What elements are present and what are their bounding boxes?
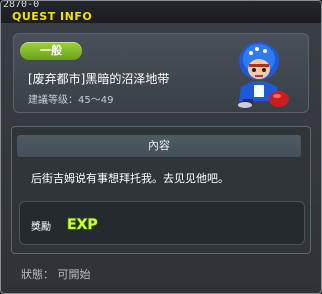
- quest-recommended-level: 建議等级：45～49: [28, 95, 114, 106]
- quest-category-badge: 一般: [20, 42, 82, 60]
- reward-box: [19, 201, 305, 245]
- window-title: QUEST INFO: [12, 10, 93, 23]
- quest-name: [废弃都市]黑暗的沼泽地带: [28, 72, 170, 86]
- quest-info-window: 2870-0 QUEST INFO 一般 [废弃都市]黑暗的沼泽地带 建議等级：…: [0, 0, 322, 294]
- content-section-header: 內容: [17, 135, 301, 157]
- window-id-label: 2870-0: [3, 0, 40, 10]
- quest-description: 后街吉姆说有事想拜托我。去见见他吧。: [31, 172, 229, 185]
- npc-avatar-icon: [238, 42, 289, 108]
- quest-status: 狀態： 可開始: [21, 268, 91, 281]
- exp-reward-icon: EXP: [66, 216, 98, 233]
- svg-text:EXP: EXP: [67, 217, 98, 233]
- reward-label: 獎勵: [31, 222, 51, 233]
